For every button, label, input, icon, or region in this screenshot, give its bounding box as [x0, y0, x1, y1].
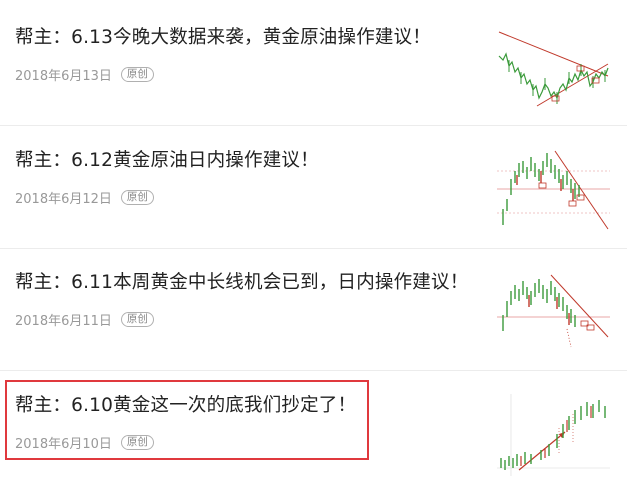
article-meta: 2018年6月10日 原创 — [15, 434, 154, 452]
candlestick-thumbnail-image — [497, 394, 610, 476]
article-date: 2018年6月12日 — [15, 191, 112, 207]
original-badge: 原创 — [120, 311, 154, 327]
article-date: 2018年6月13日 — [15, 68, 112, 84]
chart-thumbnail[interactable] — [497, 26, 610, 108]
chart-thumbnail[interactable] — [497, 149, 610, 231]
list-item[interactable]: 帮主：6.11本周黄金中长线机会已到，日内操作建议！ 2018年6月11日 原创 — [0, 249, 627, 371]
article-meta: 2018年6月12日 原创 — [15, 189, 154, 207]
candlestick-thumbnail-image — [497, 274, 610, 348]
list-item[interactable]: 帮主：6.10黄金这一次的底我们抄定了！ 2018年6月10日 原创 — [0, 372, 627, 494]
candlestick-thumbnail-image — [497, 150, 610, 230]
article-title[interactable]: 帮主：6.11本周黄金中长线机会已到，日内操作建议！ — [15, 268, 468, 294]
chart-thumbnail[interactable] — [497, 271, 610, 353]
list-item[interactable]: 帮主：6.13今晚大数据来袭，黄金原油操作建议！ 2018年6月13日 原创 — [0, 4, 627, 126]
original-badge: 原创 — [120, 66, 154, 82]
article-date: 2018年6月11日 — [15, 313, 112, 329]
original-badge: 原创 — [120, 189, 154, 205]
article-meta: 2018年6月13日 原创 — [15, 66, 154, 84]
article-title[interactable]: 帮主：6.10黄金这一次的底我们抄定了！ — [15, 391, 356, 417]
original-badge: 原创 — [120, 434, 154, 450]
chart-thumbnail[interactable] — [497, 394, 610, 476]
article-list: 帮主：6.13今晚大数据来袭，黄金原油操作建议！ 2018年6月13日 原创 帮… — [0, 0, 627, 486]
article-meta: 2018年6月11日 原创 — [15, 311, 154, 329]
list-item[interactable]: 帮主：6.12黄金原油日内操作建议！ 2018年6月12日 原创 — [0, 127, 627, 249]
article-date: 2018年6月10日 — [15, 436, 112, 452]
article-title[interactable]: 帮主：6.13今晚大数据来袭，黄金原油操作建议！ — [15, 23, 431, 49]
article-title[interactable]: 帮主：6.12黄金原油日内操作建议！ — [15, 146, 319, 172]
candlestick-thumbnail-image — [498, 31, 609, 107]
